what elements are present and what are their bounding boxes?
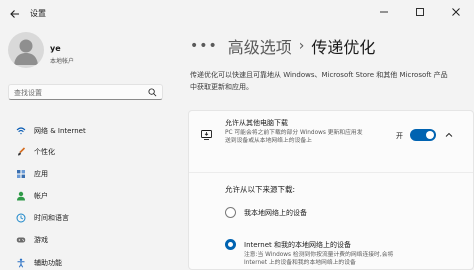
card-title: 允许从其他电脑下载 [225,119,288,127]
gamepad-icon [16,237,26,243]
radio-local-network[interactable] [225,207,236,218]
radio-local-network-label: 我本地网络上的设备 [244,209,307,217]
globe-clock-icon [16,213,26,223]
card-header[interactable]: 允许从其他电脑下载 PC 可能会将之前下载的部分 Windows 更新和应用发送… [189,111,473,173]
sidebar-item-gaming[interactable]: 游戏 [8,231,168,249]
page-title: 传递优化 [311,38,376,57]
card-description: PC 可能会将之前下载的部分 Windows 更新和应用发送到设备或从本地网络上… [225,130,363,144]
sidebar-item-personalization[interactable]: 个性化 [8,143,168,161]
sidebar-item-accessibility[interactable]: 辅助功能 [8,254,168,270]
download-source-label: 允许从以下来源下载: [225,185,296,194]
allow-downloads-toggle[interactable] [410,129,436,141]
accessibility-icon [17,258,25,268]
page-description: 传递优化可以快速且可靠地从 Windows、Microsoft Store 和其… [190,71,448,91]
close-button[interactable] [438,0,474,24]
sidebar-item-label: 个性化 [34,148,55,156]
maximize-button[interactable] [402,0,438,24]
window-controls [366,0,474,24]
breadcrumb-overflow-button[interactable]: ••• [190,38,218,54]
user-avatar-icon [14,39,38,65]
back-arrow-icon[interactable] [9,8,21,20]
wifi-icon [16,127,26,135]
search-placeholder: 查找设置 [14,89,42,97]
breadcrumb-parent[interactable]: 高级选项 [228,34,292,58]
minimize-button[interactable] [366,0,402,24]
sidebar-item-apps[interactable]: 应用 [8,165,168,183]
pc-download-icon [201,130,212,140]
app-title: 设置 [30,9,46,18]
sidebar-item-label: 网络 & Internet [34,127,86,135]
user-name: ye [50,44,61,53]
delivery-optimization-card: 允许从其他电脑下载 PC 可能会将之前下载的部分 Windows 更新和应用发送… [188,110,474,270]
sidebar-item-label: 游戏 [34,236,48,244]
avatar[interactable] [8,32,44,68]
brush-icon [18,147,26,156]
sidebar-item-label: 帐户 [34,192,48,200]
breadcrumb: ••• 高级选项 › 传递优化 [190,34,375,58]
sidebar-item-label: 时间和语言 [34,214,69,222]
chevron-up-icon[interactable] [444,130,454,140]
maximize-icon [416,8,424,16]
toggle-state-label: 开 [396,132,403,140]
sidebar-item-label: 应用 [34,170,48,178]
main-content: ••• 高级选项 › 传递优化 传递优化可以快速且可靠地从 Windows、Mi… [175,28,474,270]
search-input[interactable]: 查找设置 [8,84,163,100]
apps-icon [17,170,25,178]
sidebar-item-time-language[interactable]: 时间和语言 [8,209,168,227]
radio-internet-and-local-label: Internet 和我的本地网络上的设备 [244,241,352,249]
close-icon [452,8,460,16]
sidebar-item-accounts[interactable]: 帐户 [8,187,168,205]
search-icon[interactable] [148,88,157,97]
person-icon [17,191,25,201]
breadcrumb-separator-icon: › [298,38,305,54]
sidebar-item-network[interactable]: 网络 & Internet [8,122,168,140]
radio-internet-and-local[interactable] [225,239,236,250]
radio-internet-and-local-description: 注意:当 Windows 检测到你按流量计费的网络连接时,会将 Internet… [244,252,394,266]
sidebar-item-label: 辅助功能 [34,259,62,267]
toggle-knob [426,131,434,139]
minimize-icon [380,11,388,13]
sidebar: ye 本地帐户 查找设置 网络 & Internet 个性化 应用 帐户 时间和… [0,28,175,270]
account-type: 本地帐户 [50,58,75,65]
title-bar: 设置 [0,0,474,28]
